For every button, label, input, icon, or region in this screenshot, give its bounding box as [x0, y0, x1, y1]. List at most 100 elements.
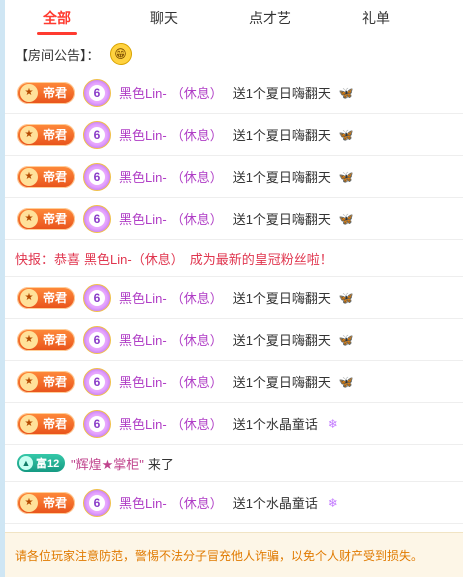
butterfly-gift-icon: 🦋 — [338, 374, 354, 389]
level-number: 6 — [89, 289, 105, 306]
username[interactable]: 黑色Lin- — [119, 125, 167, 144]
message-text: 送1个夏日嗨翻天 — [232, 212, 331, 227]
emperor-badge: ★ 帝君 — [17, 207, 75, 230]
wealth-crest-icon: ▲ — [19, 456, 33, 470]
tab-bar: 全部 聊天 点才艺 礼单 — [5, 0, 463, 36]
level-badge: 6 — [83, 204, 111, 233]
emperor-badge: ★ 帝君 — [17, 286, 75, 309]
emperor-badge-label: 帝君 — [43, 375, 68, 389]
emperor-badge: ★ 帝君 — [17, 123, 75, 146]
butterfly-gift-icon: 🦋 — [338, 85, 354, 100]
level-badge: 6 — [83, 367, 111, 396]
level-number: 6 — [89, 373, 105, 390]
username[interactable]: 黑色Lin- — [119, 83, 167, 102]
grin-emoji-icon: 😁 — [109, 43, 132, 65]
user-status: （休息） — [170, 291, 223, 306]
chat-message: ★ 帝君 6 黑色Lin- （休息） 送1个水晶童话 ❄ — [5, 482, 463, 524]
tab-gift-list[interactable]: 礼单 — [362, 8, 390, 28]
chat-message: ★ 帝君 6 黑色Lin- （休息） 送1个夏日嗨翻天 🦋 — [5, 72, 463, 114]
crest-icon: ★ — [20, 288, 38, 307]
crest-icon: ★ — [20, 167, 38, 186]
crest-icon: ★ — [20, 209, 38, 228]
user-enter-message: ▲ 富12 "辉煌★掌柜" 来了 — [5, 445, 463, 482]
user-status: （休息） — [170, 212, 223, 227]
emperor-badge-label: 帝君 — [43, 170, 68, 184]
butterfly-gift-icon: 🦋 — [338, 127, 354, 142]
tab-active-indicator — [37, 32, 77, 35]
crest-icon: ★ — [20, 330, 38, 349]
chat-message: ★ 帝君 6 黑色Lin- （休息） 送1个夏日嗨翻天 🦋 — [5, 319, 463, 361]
butterfly-gift-icon: 🦋 — [338, 332, 354, 347]
tab-talent-label: 点才艺 — [249, 10, 291, 26]
message-text: 送1个夏日嗨翻天 — [232, 170, 331, 185]
user-status: （休息） — [170, 417, 223, 432]
message-text: 送1个夏日嗨翻天 — [232, 375, 331, 390]
safety-warning-text: 请各位玩家注意防范，警惕不法分子冒充他人诈骗，以免个人财产受到损失。 — [15, 548, 424, 563]
level-badge: 6 — [83, 283, 111, 312]
entering-username[interactable]: "辉煌★掌柜" — [71, 454, 144, 473]
chat-message: ★ 帝君 6 黑色Lin- （休息） 送1个夏日嗨翻天 🦋 — [5, 277, 463, 319]
chat-feed[interactable]: 【房间公告】： 😁 ★ 帝君 6 黑色Lin- （休息） 送1个夏日嗨翻天 🦋 … — [5, 36, 463, 532]
level-number: 6 — [89, 415, 105, 432]
emperor-badge-label: 帝君 — [43, 496, 68, 510]
level-badge: 6 — [83, 78, 111, 107]
username[interactable]: 黑色Lin- — [119, 288, 167, 307]
level-badge: 6 — [83, 162, 111, 191]
username[interactable]: 黑色Lin- — [119, 414, 167, 433]
chat-message: ★ 帝君 6 黑色Lin- （休息） 送1个水晶童话 ❄ — [5, 403, 463, 445]
butterfly-gift-icon: 🦋 — [338, 169, 354, 184]
level-number: 6 — [89, 126, 105, 143]
message-text: 送1个夏日嗨翻天 — [232, 291, 331, 306]
username[interactable]: 黑色Lin- — [119, 330, 167, 349]
room-announcement: 【房间公告】： 😁 — [5, 36, 463, 72]
tab-all[interactable]: 全部 — [37, 8, 77, 35]
username[interactable]: 黑色Lin- — [119, 167, 167, 186]
flash-username[interactable]: 黑色Lin-（休息） — [84, 249, 184, 268]
username[interactable]: 黑色Lin- — [119, 493, 167, 512]
message-text: 送1个水晶童话 — [232, 496, 318, 511]
emperor-badge: ★ 帝君 — [17, 491, 75, 514]
user-status: （休息） — [170, 128, 223, 143]
emperor-badge: ★ 帝君 — [17, 328, 75, 351]
wealth-badge-label: 富12 — [36, 458, 60, 470]
flash-suffix: 成为最新的皇冠粉丝啦！ — [189, 251, 333, 267]
chat-message: ★ 帝君 6 黑色Lin- （休息） 送1个夏日嗨翻天 🦋 — [5, 361, 463, 403]
crest-icon: ★ — [20, 493, 38, 512]
level-badge: 6 — [83, 488, 111, 517]
tab-chat[interactable]: 聊天 — [150, 8, 178, 28]
user-status: （休息） — [170, 496, 223, 511]
username[interactable]: 黑色Lin- — [119, 372, 167, 391]
chat-message: ★ 帝君 6 黑色Lin- （休息） 送1个夏日嗨翻天 🦋 — [5, 114, 463, 156]
butterfly-gift-icon: 🦋 — [338, 211, 354, 226]
level-badge: 6 — [83, 325, 111, 354]
tab-chat-label: 聊天 — [150, 10, 178, 26]
level-number: 6 — [89, 494, 105, 511]
flash-news: 快报：恭喜 黑色Lin-（休息） 成为最新的皇冠粉丝啦！ — [5, 240, 463, 277]
crest-icon: ★ — [20, 125, 38, 144]
emperor-badge: ★ 帝君 — [17, 81, 75, 104]
user-status: （休息） — [170, 86, 223, 101]
chat-message: ★ 帝君 6 黑色Lin- （休息） 送1个夏日嗨翻天 🦋 — [5, 156, 463, 198]
chat-message: ★ 帝君 6 黑色Lin- （休息） 送1个夏日嗨翻天 🦋 — [5, 198, 463, 240]
crest-icon: ★ — [20, 414, 38, 433]
level-number: 6 — [89, 331, 105, 348]
message-text: 送1个夏日嗨翻天 — [232, 128, 331, 143]
crest-icon: ★ — [20, 372, 38, 391]
emperor-badge-label: 帝君 — [43, 417, 68, 431]
crystal-gift-icon: ❄ — [327, 495, 338, 510]
crystal-gift-icon: ❄ — [327, 416, 338, 431]
butterfly-gift-icon: 🦋 — [338, 290, 354, 305]
message-text: 送1个夏日嗨翻天 — [232, 333, 331, 348]
safety-warning-bar: 请各位玩家注意防范，警惕不法分子冒充他人诈骗，以免个人财产受到损失。 — [5, 532, 463, 577]
tab-gift-list-label: 礼单 — [362, 10, 390, 26]
crest-icon: ★ — [20, 83, 38, 102]
emperor-badge-label: 帝君 — [43, 86, 68, 100]
tab-talent[interactable]: 点才艺 — [249, 8, 291, 28]
emperor-badge-label: 帝君 — [43, 333, 68, 347]
level-badge: 6 — [83, 120, 111, 149]
user-status: （休息） — [170, 333, 223, 348]
username[interactable]: 黑色Lin- — [119, 209, 167, 228]
message-text: 送1个夏日嗨翻天 — [232, 86, 331, 101]
wealth-badge: ▲ 富12 — [17, 454, 65, 472]
level-number: 6 — [89, 210, 105, 227]
